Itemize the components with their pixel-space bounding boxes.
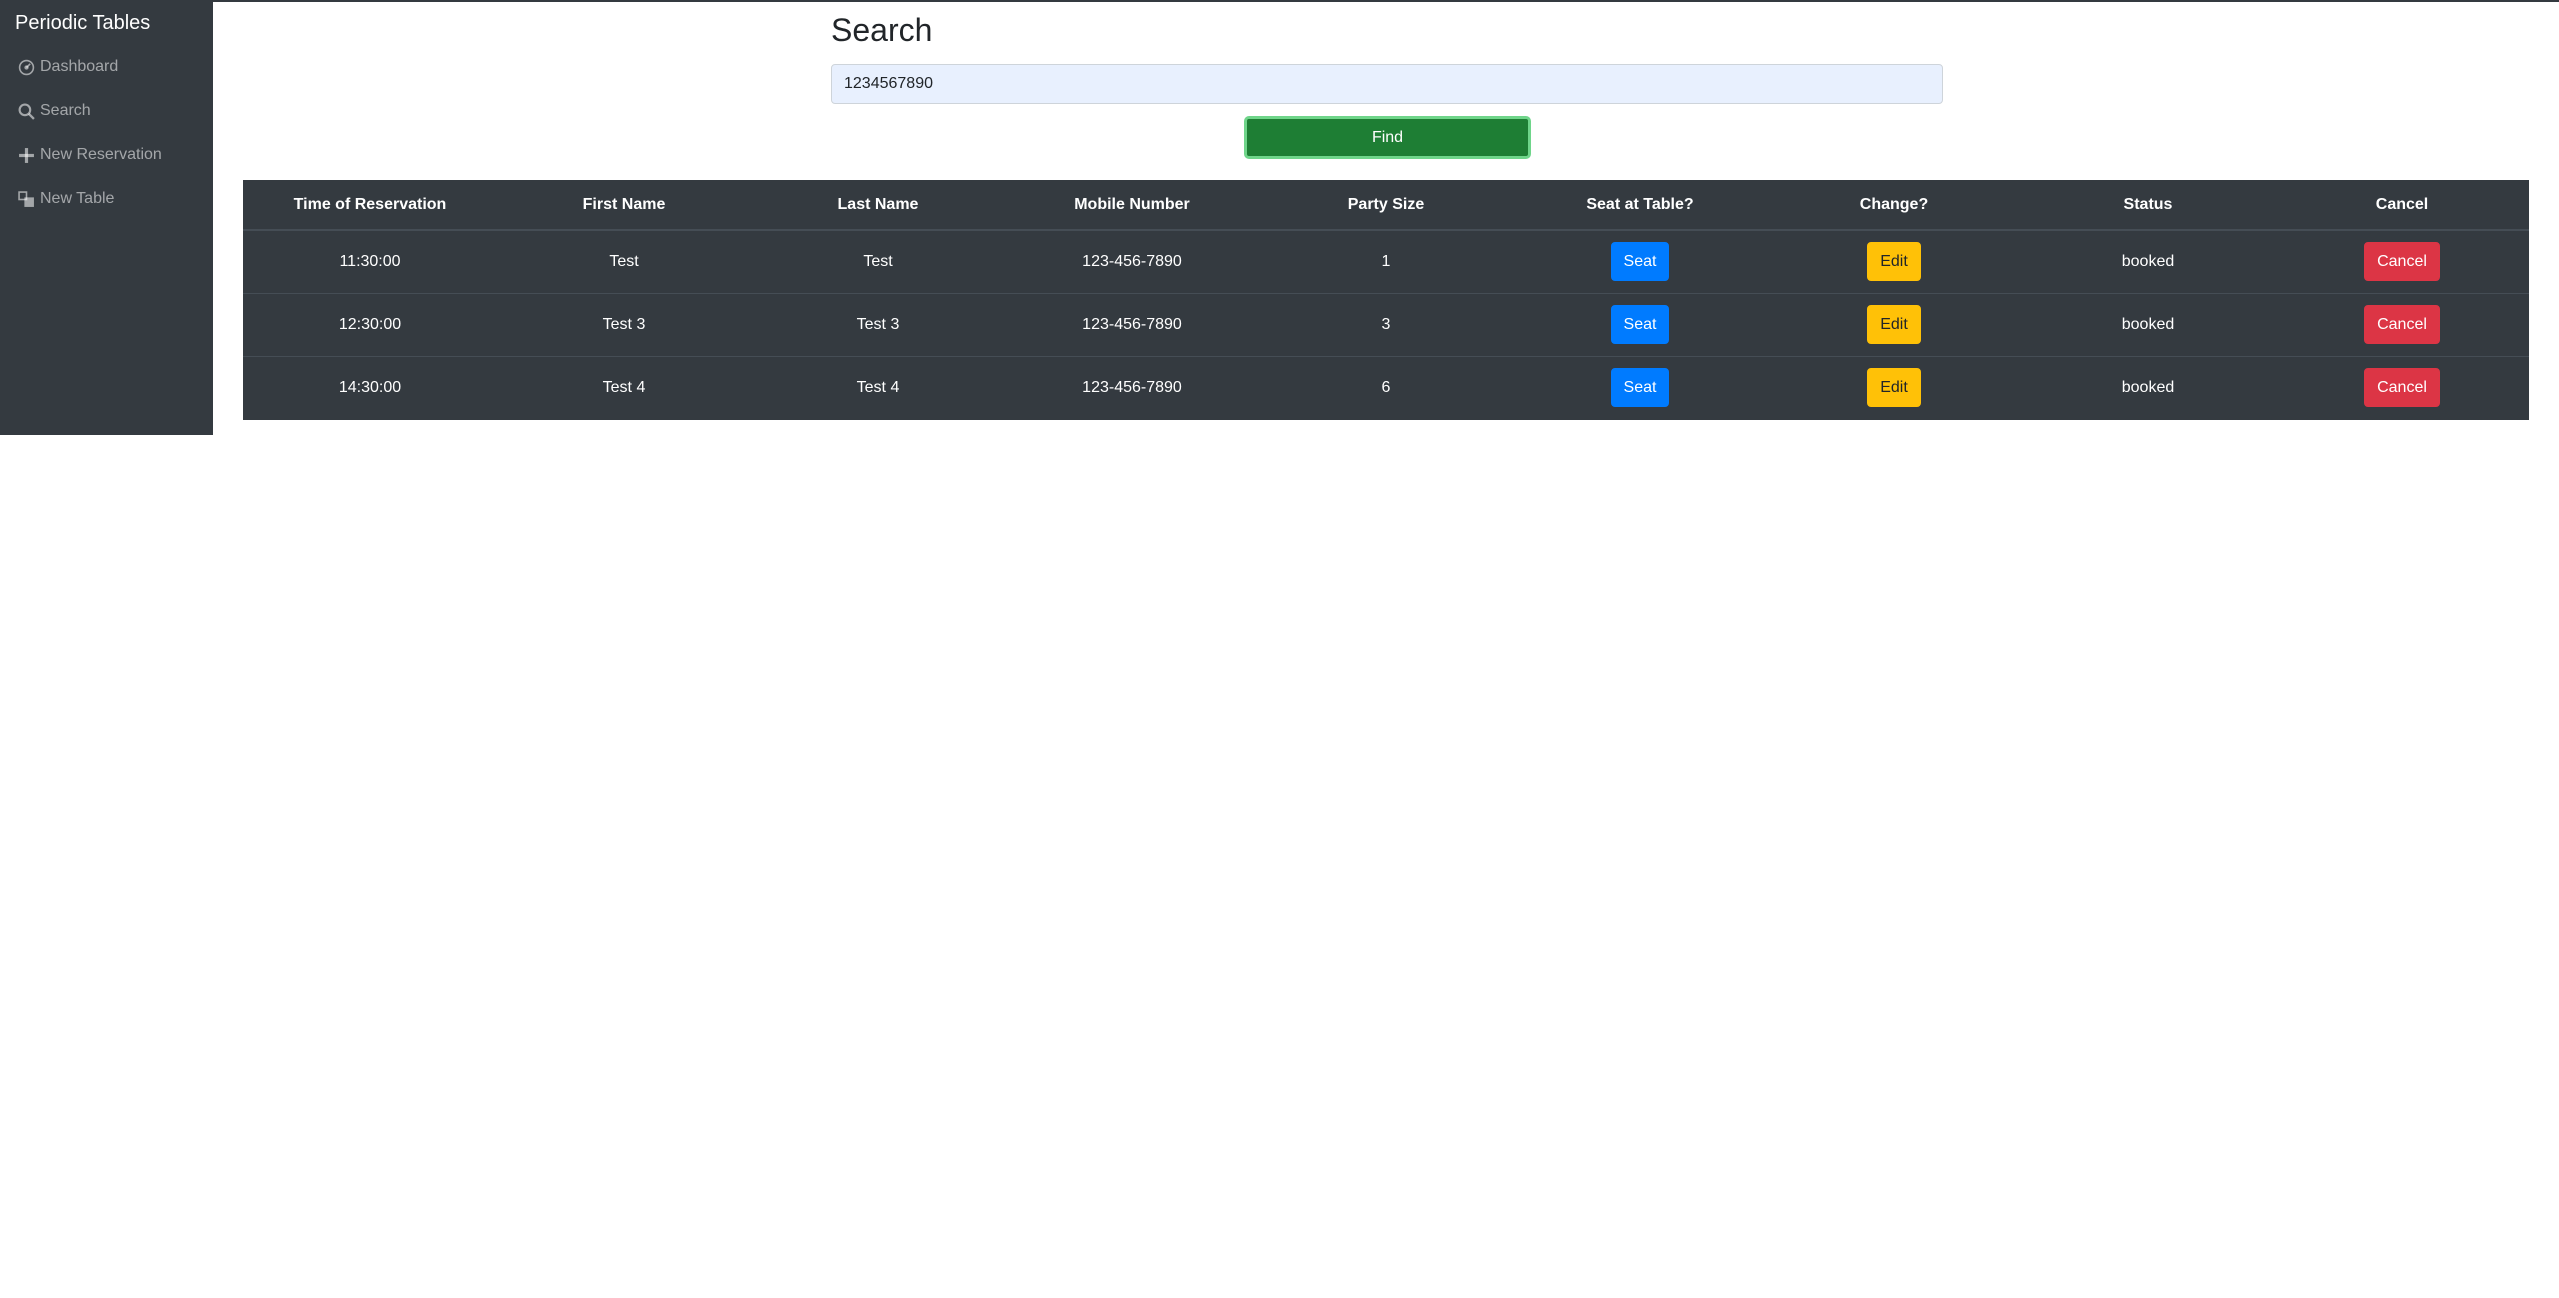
seat-cell: Seat — [1513, 292, 1767, 356]
party-size: 1 — [1381, 252, 1391, 270]
main-content: Search Find Time of Reservation First Na… — [213, 2, 2559, 1298]
reservation-time: 11:30:00 — [339, 252, 401, 270]
sidebar-item-search[interactable]: Search — [18, 96, 91, 126]
edit-button[interactable]: Edit — [1867, 242, 1921, 282]
edit-button[interactable]: Edit — [1867, 368, 1921, 408]
last-name: Test 4 — [751, 355, 1005, 419]
reservation-time: 14:30:00 — [243, 355, 497, 419]
table-row: 12:30:00 Test 3 Test 3 123-456-7890 3 Se… — [243, 292, 2529, 356]
mobile-number: 123-456-7890 — [1082, 252, 1182, 270]
cancel-cell: Cancel — [2275, 355, 2529, 419]
sidebar-item-label: Dashboard — [40, 58, 119, 75]
brand-title[interactable]: Periodic Tables — [15, 12, 150, 35]
last-name: Test 3 — [751, 292, 1005, 356]
cancel-button[interactable]: Cancel — [2364, 242, 2440, 282]
reservation-time: 12:30:00 — [243, 292, 497, 356]
table-row: 11:30:00 Test Test 123-456-7890 1 Seat E… — [243, 230, 2529, 293]
edit-cell: Edit — [1767, 230, 2021, 293]
status-text: booked — [2121, 252, 2175, 270]
edit-cell: Edit — [1767, 355, 2021, 419]
cancel-button[interactable]: Cancel — [2364, 368, 2440, 408]
page-title: Search — [831, 12, 933, 48]
cancel-button[interactable]: Cancel — [2364, 305, 2440, 344]
sidebar-item-label: New Table — [40, 190, 115, 207]
column-header: Mobile Number — [1005, 180, 1259, 231]
last-name: Test — [863, 252, 893, 270]
column-header: First Name — [497, 180, 751, 231]
cancel-cell: Cancel — [2275, 230, 2529, 293]
edit-cell: Edit — [1767, 292, 2021, 356]
party-size: 3 — [1259, 292, 1513, 356]
sidebar-item-label: Search — [40, 102, 91, 119]
column-header: Last Name — [751, 180, 1005, 231]
mobile-number: 123-456-7890 — [1005, 355, 1259, 419]
sidebar: Periodic Tables Dashboard Search New Res… — [0, 2, 213, 435]
column-header: Time of Reservation — [243, 180, 497, 231]
seat-button[interactable]: Seat — [1610, 305, 1670, 344]
sidebar-item-new-reservation[interactable]: New Reservation — [18, 140, 162, 170]
seat-button[interactable]: Seat — [1610, 242, 1670, 282]
reservations-table: Time of Reservation First Name Last Name… — [243, 180, 2529, 420]
status-text: booked — [2021, 292, 2275, 356]
party-size: 6 — [1259, 355, 1513, 419]
table-row: 14:30:00 Test 4 Test 4 123-456-7890 6 Se… — [243, 355, 2529, 419]
table-icon — [18, 190, 35, 208]
first-name: Test 4 — [497, 355, 751, 419]
find-button[interactable]: Find — [1244, 116, 1531, 159]
column-header: Change? — [1767, 180, 2021, 231]
sidebar-item-dashboard[interactable]: Dashboard — [18, 52, 118, 82]
cancel-cell: Cancel — [2275, 292, 2529, 356]
seat-button[interactable]: Seat — [1610, 368, 1670, 408]
mobile-number: 123-456-7890 — [1005, 292, 1259, 356]
seat-cell: Seat — [1513, 230, 1767, 293]
dashboard-icon — [18, 59, 35, 76]
column-header: Status — [2021, 180, 2275, 231]
column-header: Party Size — [1259, 180, 1513, 231]
sidebar-item-label: New Reservation — [40, 146, 162, 163]
column-header: Seat at Table? — [1513, 180, 1767, 231]
column-header: Cancel — [2275, 180, 2529, 231]
edit-button[interactable]: Edit — [1867, 305, 1921, 344]
status-text: booked — [2021, 355, 2275, 419]
sidebar-item-new-table[interactable]: New Table — [18, 184, 114, 214]
first-name: Test 3 — [497, 292, 751, 356]
plus-icon — [18, 147, 35, 164]
first-name: Test — [609, 252, 639, 270]
search-input[interactable] — [831, 64, 1943, 104]
search-icon — [18, 103, 35, 120]
seat-cell: Seat — [1513, 355, 1767, 419]
table-header-row: Time of Reservation First Name Last Name… — [243, 180, 2529, 231]
